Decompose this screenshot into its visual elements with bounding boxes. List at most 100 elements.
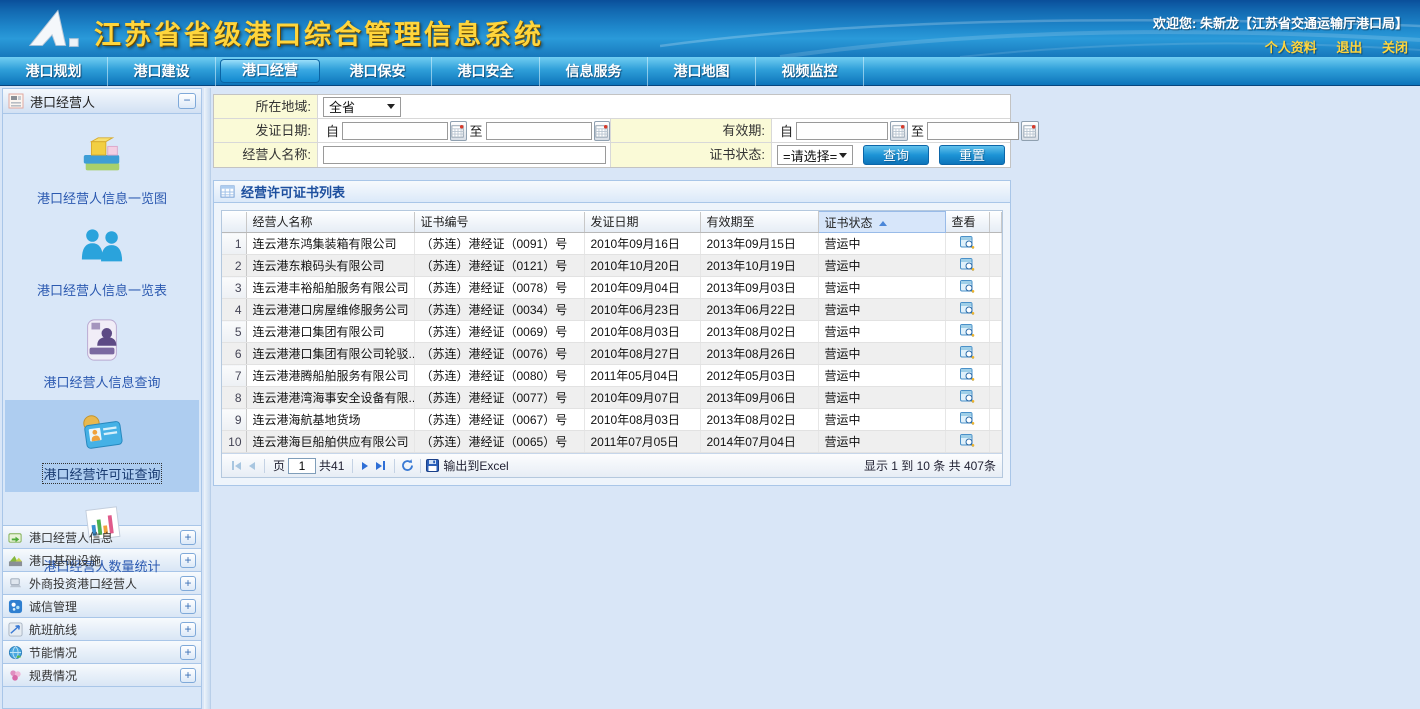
app-header: 江苏省省级港口综合管理信息系统 欢迎您: 朱新龙【江苏省交通运输厅港口局】 个人… [0, 0, 1420, 57]
calendar-icon[interactable] [594, 121, 610, 141]
from-label: 自 [326, 121, 339, 140]
last-page-button[interactable] [376, 461, 385, 470]
sidebar: 港口经营人 − 港口经营人信息一览图港口经营人信息一览表港口经营人信息查询港口经… [2, 88, 202, 709]
first-page-button[interactable] [232, 461, 241, 470]
table-row[interactable]: 2连云港东粮码头有限公司（苏连）港经证（0121）号2010年10月20日201… [222, 255, 1002, 277]
view-cell [945, 409, 989, 431]
nav-tab-2[interactable]: 港口建设 [108, 57, 216, 86]
table-row[interactable]: 4连云港港口房屋维修服务公司（苏连）港经证（0034）号2010年06月23日2… [222, 299, 1002, 321]
nav-tab-8[interactable]: 视频监控 [756, 57, 864, 86]
row-number-header [222, 212, 246, 233]
view-record-icon[interactable] [960, 323, 975, 338]
cert-status-select[interactable]: =请选择= [777, 145, 853, 165]
expand-section-button[interactable]: + [180, 576, 196, 591]
table-row[interactable]: 1连云港东鸿集装箱有限公司（苏连）港经证（0091）号2010年09月16日20… [222, 233, 1002, 255]
column-header-6[interactable]: 查看 [945, 212, 989, 233]
filler-cell [989, 277, 1002, 299]
column-header-3[interactable]: 发证日期 [584, 212, 700, 233]
issue-date-to-input[interactable] [486, 122, 592, 140]
prev-page-button[interactable] [249, 462, 255, 470]
table-row[interactable]: 7连云港港腾船舶服务有限公司（苏连）港经证（0080）号2011年05月04日2… [222, 365, 1002, 387]
nav-tab-7[interactable]: 港口地图 [648, 57, 756, 86]
table-row[interactable]: 6连云港港口集团有限公司轮驳...（苏连）港经证（0076）号2010年08月2… [222, 343, 1002, 365]
next-page-button[interactable] [362, 462, 368, 470]
cell-name: 连云港海巨船舶供应有限公司 [246, 431, 414, 453]
cell-status: 营运中 [818, 299, 945, 321]
view-record-icon[interactable] [960, 389, 975, 404]
cell-issue-date: 2010年09月04日 [584, 277, 700, 299]
table-row[interactable]: 5连云港港口集团有限公司（苏连）港经证（0069）号2010年08月03日201… [222, 321, 1002, 343]
nav-tab-6[interactable]: 信息服务 [540, 57, 648, 86]
sidebar-item-4[interactable]: 港口经营许可证查询 [5, 400, 199, 492]
sidebar-panel-header[interactable]: 港口经营人 − [3, 89, 201, 114]
view-record-icon[interactable] [960, 367, 975, 382]
view-record-icon[interactable] [960, 235, 975, 250]
sidebar-item-3[interactable]: 港口经营人信息查询 [5, 308, 199, 400]
chevron-down-icon [387, 104, 395, 109]
validity-to-input[interactable] [927, 122, 1019, 140]
infrastructure-icon [8, 553, 23, 568]
expand-section-button[interactable]: + [180, 530, 196, 545]
sidebar-splitter[interactable] [204, 88, 211, 709]
cell-cert-no: （苏连）港经证（0076）号 [414, 343, 584, 365]
sidebar-section-3[interactable]: 外商投资港口经营人+ [3, 572, 201, 595]
calendar-icon[interactable] [890, 121, 908, 141]
table-row[interactable]: 3连云港丰裕船舶服务有限公司（苏连）港经证（0078）号2010年09月04日2… [222, 277, 1002, 299]
sidebar-item-label: 港口经营人信息一览表 [37, 280, 167, 299]
view-record-icon[interactable] [960, 345, 975, 360]
filler-cell [989, 255, 1002, 277]
nav-tab-5[interactable]: 港口安全 [432, 57, 540, 86]
sidebar-section-7[interactable]: 规费情况+ [3, 664, 201, 687]
nav-tab-4[interactable]: 港口保安 [324, 57, 432, 86]
close-link[interactable]: 关闭 [1382, 40, 1408, 55]
column-header-5[interactable]: 证书状态 [818, 212, 945, 233]
column-header-1[interactable]: 经营人名称 [246, 212, 414, 233]
view-record-icon[interactable] [960, 433, 975, 448]
cell-cert-no: （苏连）港经证（0077）号 [414, 387, 584, 409]
table-row[interactable]: 10连云港海巨船舶供应有限公司（苏连）港经证（0065）号2011年07月05日… [222, 431, 1002, 453]
expand-section-button[interactable]: + [180, 553, 196, 568]
nav-tab-1[interactable]: 港口规划 [0, 57, 108, 86]
calendar-icon[interactable] [1021, 121, 1039, 141]
profile-link[interactable]: 个人资料 [1265, 40, 1317, 55]
cell-issue-date: 2010年08月03日 [584, 321, 700, 343]
cell-name: 连云港港腾船舶服务有限公司 [246, 365, 414, 387]
expand-section-button[interactable]: + [180, 622, 196, 637]
cell-status: 营运中 [818, 255, 945, 277]
cell-valid-until: 2013年08月26日 [700, 343, 818, 365]
table-row[interactable]: 8连云港港湾海事安全设备有限...（苏连）港经证（0077）号2010年09月0… [222, 387, 1002, 409]
cell-valid-until: 2013年09月15日 [700, 233, 818, 255]
calendar-icon[interactable] [450, 121, 466, 141]
sidebar-item-1[interactable]: 港口经营人信息一览图 [5, 124, 199, 216]
view-record-icon[interactable] [960, 257, 975, 272]
panel-title: 经营许可证书列表 [241, 182, 345, 201]
expand-section-button[interactable]: + [180, 668, 196, 683]
refresh-icon[interactable] [400, 458, 415, 473]
table-row[interactable]: 9连云港海航基地货场（苏连）港经证（0067）号2010年08月03日2013年… [222, 409, 1002, 431]
id-badge-icon [79, 317, 125, 363]
cell-cert-no: （苏连）港经证（0121）号 [414, 255, 584, 277]
sidebar-section-4[interactable]: 诚信管理+ [3, 595, 201, 618]
expand-section-button[interactable]: + [180, 599, 196, 614]
operator-name-input[interactable] [323, 146, 606, 164]
column-header-4[interactable]: 有效期至 [700, 212, 818, 233]
page-number-input[interactable] [288, 458, 316, 474]
export-excel-button[interactable]: 输出到Excel [426, 457, 508, 474]
sidebar-section-6[interactable]: 节能情况+ [3, 641, 201, 664]
column-header-2[interactable]: 证书编号 [414, 212, 584, 233]
expand-section-button[interactable]: + [180, 645, 196, 660]
issue-date-from-input[interactable] [342, 122, 448, 140]
logout-link[interactable]: 退出 [1336, 40, 1362, 55]
region-select[interactable]: 全省 [323, 97, 401, 117]
query-button[interactable]: 查询 [863, 145, 929, 165]
sidebar-item-2[interactable]: 港口经营人信息一览表 [5, 216, 199, 308]
sidebar-section-5[interactable]: 航班航线+ [3, 618, 201, 641]
view-record-icon[interactable] [960, 301, 975, 316]
validity-from-input[interactable] [796, 122, 888, 140]
view-record-icon[interactable] [960, 411, 975, 426]
nav-tab-3[interactable]: 港口经营 [220, 59, 320, 83]
view-record-icon[interactable] [960, 279, 975, 294]
sidebar-items: 港口经营人信息一览图港口经营人信息一览表港口经营人信息查询港口经营许可证查询港口… [3, 114, 201, 526]
collapse-panel-button[interactable]: − [178, 93, 196, 109]
reset-button[interactable]: 重置 [939, 145, 1005, 165]
